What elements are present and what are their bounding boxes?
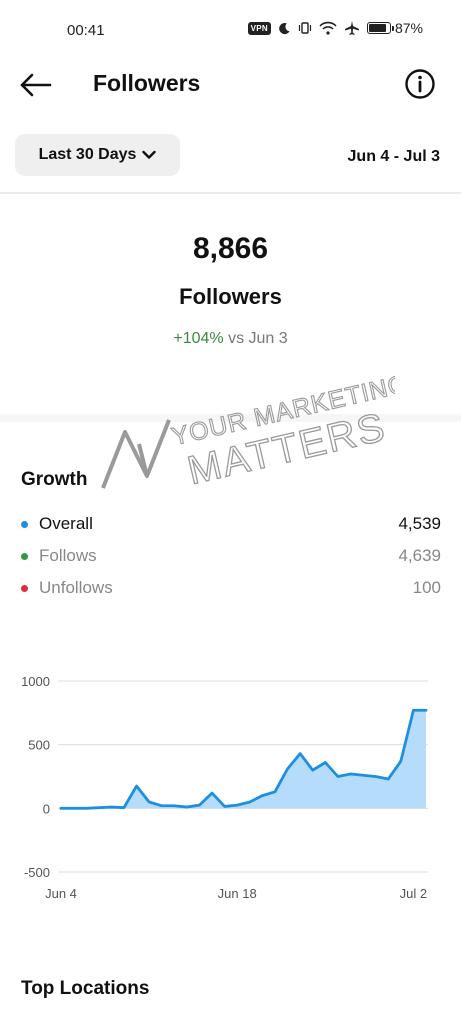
x-tick-label: Jul 2 bbox=[400, 886, 427, 901]
stat-value: 4,539 bbox=[398, 514, 441, 533]
status-bar: 00:41 VPN 87% bbox=[0, 0, 461, 62]
stat-value: 100 bbox=[412, 578, 441, 597]
date-range-dropdown[interactable]: Last 30 Days bbox=[15, 134, 180, 176]
date-range-text: Jun 4 - Jul 3 bbox=[347, 148, 440, 165]
x-tick-label: Jun 4 bbox=[45, 886, 77, 901]
stat-label: Unfollows bbox=[39, 578, 113, 597]
total-followers-count: 8,866 bbox=[192, 232, 269, 265]
change-percent: +104% bbox=[173, 330, 224, 347]
divider bbox=[0, 192, 461, 194]
vibrate-icon bbox=[298, 22, 312, 34]
wifi-icon bbox=[319, 21, 337, 35]
y-tick-label: -500 bbox=[24, 865, 50, 880]
stat-row-follows: Follows 4,639 bbox=[21, 540, 441, 572]
series-area bbox=[61, 710, 426, 809]
y-tick-label: 500 bbox=[28, 738, 50, 753]
info-icon bbox=[405, 69, 435, 99]
follows-dot-icon bbox=[21, 552, 28, 560]
airplane-icon bbox=[344, 21, 359, 35]
back-button[interactable] bbox=[18, 70, 54, 100]
overall-dot-icon bbox=[21, 520, 28, 528]
filter-row: Last 30 Days Jun 4 - Jul 3 bbox=[0, 134, 461, 176]
x-tick-label: Jun 18 bbox=[218, 886, 257, 901]
range-label: Last 30 Days bbox=[38, 146, 137, 163]
vpn-badge: VPN bbox=[247, 21, 271, 35]
moon-icon bbox=[279, 22, 290, 34]
y-tick-label: 0 bbox=[43, 801, 50, 816]
chevron-down-icon bbox=[142, 150, 157, 159]
y-tick-label: 1000 bbox=[21, 674, 50, 689]
change-line: +104% vs Jun 3 bbox=[0, 330, 461, 348]
growth-chart: 1000 500 0 -500 Jun 4 Jun 18 Jul 2 bbox=[0, 660, 461, 910]
stat-row-unfollows: Unfollows 100 bbox=[21, 572, 441, 604]
battery-icon bbox=[366, 22, 394, 34]
stat-label: Follows bbox=[39, 546, 97, 565]
growth-stats: Overall 4,539 Follows 4,639 Unfollows 10… bbox=[21, 508, 441, 604]
stat-value: 4,639 bbox=[398, 546, 441, 565]
unfollows-dot-icon bbox=[21, 584, 28, 592]
battery-fill bbox=[368, 24, 387, 32]
top-locations-title: Top Locations bbox=[21, 978, 150, 999]
status-time: 00:41 bbox=[67, 22, 105, 39]
info-button[interactable] bbox=[404, 68, 436, 100]
battery-percent: 87% bbox=[394, 20, 423, 36]
total-followers-label: Followers bbox=[179, 284, 282, 309]
change-reference: vs Jun 3 bbox=[228, 330, 288, 347]
page-title: Followers bbox=[93, 70, 201, 96]
stat-row-overall: Overall 4,539 bbox=[21, 508, 441, 540]
stat-label: Overall bbox=[39, 514, 93, 533]
app-header: Followers bbox=[0, 62, 461, 108]
svg-text:YOUR MARKETING: YOUR MARKETING bbox=[169, 370, 395, 452]
watermark-logo: YOUR MARKETING MATTERS bbox=[101, 369, 395, 494]
section-divider bbox=[0, 414, 461, 422]
growth-chart-svg: 1000 500 0 -500 Jun 4 Jun 18 Jul 2 bbox=[21, 674, 428, 901]
status-icons: VPN 87% bbox=[247, 20, 423, 36]
battery-indicator: 87% bbox=[366, 20, 423, 36]
back-arrow-icon bbox=[20, 73, 52, 97]
growth-title: Growth bbox=[21, 469, 88, 490]
follower-summary: 8,866 Followers +104% vs Jun 3 bbox=[0, 232, 461, 348]
